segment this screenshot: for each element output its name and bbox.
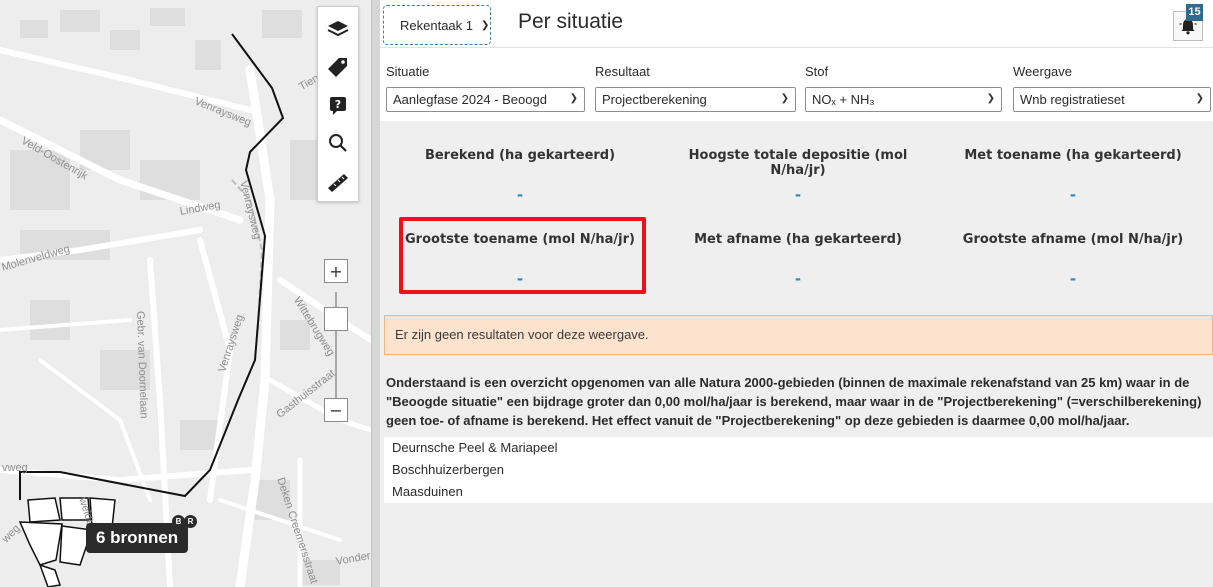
chevron-down-icon: ❯ [569, 93, 578, 104]
result-title: Hoogste totale depositie (mol N/ha/jr) [688, 148, 908, 178]
result-value: - [1069, 270, 1077, 288]
result-value: - [794, 270, 802, 288]
layers-button[interactable] [318, 11, 358, 47]
street-label: vweg [2, 462, 28, 474]
resultaat-select[interactable]: Projectberekening ❯ [595, 87, 796, 112]
panel-resize-handle[interactable] [371, 0, 380, 587]
list-item[interactable]: Boschhuizerbergen [384, 459, 1213, 481]
panel-header: Rekentaak 1 ❯ Per situatie 15 [380, 0, 1213, 47]
result-title: Grootste afname (mol N/ha/jr) [962, 232, 1184, 247]
weergave-select[interactable]: Wnb registratieset ❯ [1013, 87, 1211, 112]
task-select-label: Rekentaak 1 [400, 17, 473, 33]
weergave-value: Wnb registratieset [1020, 92, 1125, 107]
situatie-label: Situatie [386, 64, 430, 79]
sources-label[interactable]: 6 bronnen [86, 523, 189, 553]
resultaat-label: Resultaat [595, 64, 650, 79]
situatie-select[interactable]: Aanlegfase 2024 - Beoogd ❯ [386, 87, 585, 112]
info-icon: ? [330, 97, 346, 115]
source-badge-r: R [184, 515, 197, 528]
measure-button[interactable] [318, 163, 358, 199]
resultaat-value: Projectberekening [602, 92, 707, 107]
svg-text:?: ? [335, 98, 341, 111]
result-title: Met afname (ha gekarteerd) [694, 232, 902, 247]
results-panel: Rekentaak 1 ❯ Per situatie 15 Situatie A… [380, 0, 1213, 587]
stof-select[interactable]: NOₓ + NH₃ ❯ [805, 87, 1002, 112]
results-summary: Berekend (ha gekarteerd) - Hoogste total… [380, 121, 1213, 309]
filter-bar: Situatie Aanlegfase 2024 - Beoogd ❯ Resu… [380, 47, 1213, 121]
list-item[interactable]: Deurnsche Peel & Mariapeel [384, 437, 1213, 459]
stof-value: NOₓ + NH₃ [812, 92, 875, 107]
stof-label: Stof [805, 64, 829, 79]
search-button[interactable] [318, 125, 358, 161]
notification-count-badge: 15 [1186, 4, 1203, 21]
result-value: - [794, 186, 802, 204]
chevron-down-icon: ❯ [1195, 93, 1204, 104]
result-value: - [516, 186, 524, 204]
result-title: Met toename (ha gekarteerd) [964, 148, 1182, 163]
list-item[interactable]: Maasduinen [384, 481, 1213, 503]
map-toolbar: ? [317, 6, 359, 202]
calculation-task-select[interactable]: Rekentaak 1 ❯ [383, 5, 491, 45]
zoom-in-button[interactable]: + [324, 259, 348, 283]
situatie-value: Aanlegfase 2024 - Beoogd [393, 92, 547, 107]
zoom-slider-handle[interactable] [324, 307, 348, 331]
map-canvas[interactable] [0, 0, 371, 587]
overview-text: Onderstaand is een overzicht opgenomen v… [386, 375, 1202, 428]
chevron-down-icon: ❯ [780, 93, 789, 104]
ruler-icon [328, 174, 348, 192]
no-results-alert: Er zijn geen resultaten voor deze weerga… [384, 315, 1213, 355]
weergave-label: Weergave [1013, 64, 1073, 79]
layers-icon [327, 21, 349, 37]
label-button[interactable] [318, 49, 358, 85]
map-view[interactable]: Venraysweg Tien Veld-Oostenrijk Lindweg … [0, 0, 371, 587]
search-icon [329, 134, 347, 152]
result-title: Berekend (ha gekarteerd) [424, 148, 616, 163]
chevron-down-icon: ❯ [481, 19, 490, 31]
natura-area-list: Deurnsche Peel & Mariapeel Boschhuizerbe… [384, 437, 1213, 503]
result-value: - [1069, 186, 1077, 204]
chevron-down-icon: ❯ [986, 93, 995, 104]
page-title: Per situatie [518, 10, 624, 33]
tag-icon [328, 58, 347, 77]
highlight-box [399, 217, 646, 294]
zoom-out-button[interactable]: − [324, 398, 348, 422]
info-button[interactable]: ? [318, 87, 358, 123]
